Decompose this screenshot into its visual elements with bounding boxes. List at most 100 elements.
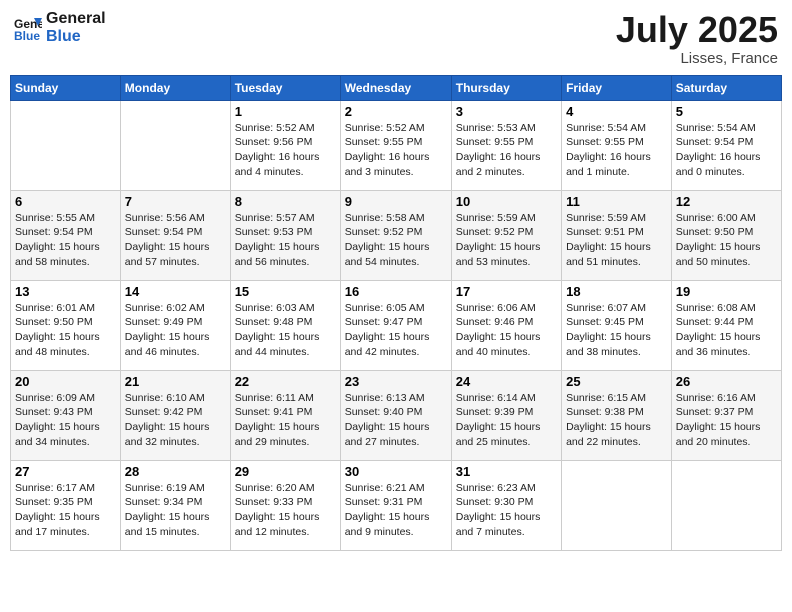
col-header-sunday: Sunday	[11, 75, 121, 100]
day-number: 13	[15, 284, 116, 299]
logo-blue: Blue	[46, 28, 106, 46]
day-info: Sunrise: 6:09 AM Sunset: 9:43 PM Dayligh…	[15, 391, 116, 450]
day-number: 28	[125, 464, 226, 479]
day-cell: 31 Sunrise: 6:23 AM Sunset: 9:30 PM Dayli…	[451, 460, 561, 550]
day-cell: 20Sunrise: 6:09 AM Sunset: 9:43 PM Dayli…	[11, 370, 121, 460]
day-number: 19	[676, 284, 777, 299]
day-info: Sunrise: 5:55 AM Sunset: 9:54 PM Dayligh…	[15, 211, 116, 270]
day-number: 24	[456, 374, 557, 389]
day-cell: 2 Sunrise: 5:52 AM Sunset: 9:55 PM Daylig…	[340, 100, 451, 190]
day-cell: 7 Sunrise: 5:56 AM Sunset: 9:54 PM Daylig…	[120, 190, 230, 280]
day-number: 26	[676, 374, 777, 389]
day-number: 25	[566, 374, 667, 389]
day-number: 31	[456, 464, 557, 479]
day-cell	[562, 460, 672, 550]
day-info: Sunrise: 5:57 AM Sunset: 9:53 PM Dayligh…	[235, 211, 336, 270]
day-number: 4	[566, 104, 667, 119]
day-info: Sunrise: 6:10 AM Sunset: 9:42 PM Dayligh…	[125, 391, 226, 450]
day-number: 11	[566, 194, 667, 209]
day-cell: 12 Sunrise: 6:00 AM Sunset: 9:50 PM Dayli…	[671, 190, 781, 280]
col-header-monday: Monday	[120, 75, 230, 100]
day-cell: 16 Sunrise: 6:05 AM Sunset: 9:47 PM Dayli…	[340, 280, 451, 370]
logo-general: General	[46, 10, 106, 27]
day-info: Sunrise: 5:59 AM Sunset: 9:51 PM Dayligh…	[566, 211, 667, 270]
day-info: Sunrise: 5:52 AM Sunset: 9:56 PM Dayligh…	[235, 121, 336, 180]
day-cell	[11, 100, 121, 190]
page-header: General Blue General Blue July 2025 Liss…	[10, 10, 782, 67]
day-cell: 8 Sunrise: 5:57 AM Sunset: 9:53 PM Daylig…	[230, 190, 340, 280]
day-number: 18	[566, 284, 667, 299]
day-info: Sunrise: 6:06 AM Sunset: 9:46 PM Dayligh…	[456, 301, 557, 360]
day-number: 17	[456, 284, 557, 299]
day-info: Sunrise: 6:08 AM Sunset: 9:44 PM Dayligh…	[676, 301, 777, 360]
day-cell: 1 Sunrise: 5:52 AM Sunset: 9:56 PM Daylig…	[230, 100, 340, 190]
day-cell: 23 Sunrise: 6:13 AM Sunset: 9:40 PM Dayli…	[340, 370, 451, 460]
day-cell: 15 Sunrise: 6:03 AM Sunset: 9:48 PM Dayli…	[230, 280, 340, 370]
logo-icon: General Blue	[14, 14, 42, 42]
day-cell: 13 Sunrise: 6:01 AM Sunset: 9:50 PM Dayli…	[11, 280, 121, 370]
day-info: Sunrise: 6:19 AM Sunset: 9:34 PM Dayligh…	[125, 481, 226, 540]
day-number: 9	[345, 194, 447, 209]
svg-text:Blue: Blue	[14, 29, 40, 42]
day-cell: 27 Sunrise: 6:17 AM Sunset: 9:35 PM Dayli…	[11, 460, 121, 550]
day-number: 14	[125, 284, 226, 299]
day-number: 22	[235, 374, 336, 389]
day-number: 30	[345, 464, 447, 479]
day-info: Sunrise: 6:15 AM Sunset: 9:38 PM Dayligh…	[566, 391, 667, 450]
day-info: Sunrise: 6:07 AM Sunset: 9:45 PM Dayligh…	[566, 301, 667, 360]
col-header-tuesday: Tuesday	[230, 75, 340, 100]
day-info: Sunrise: 6:17 AM Sunset: 9:35 PM Dayligh…	[15, 481, 116, 540]
location-subtitle: Lisses, France	[616, 50, 778, 67]
day-cell: 29Sunrise: 6:20 AM Sunset: 9:33 PM Dayli…	[230, 460, 340, 550]
day-cell	[120, 100, 230, 190]
day-number: 3	[456, 104, 557, 119]
day-info: Sunrise: 6:01 AM Sunset: 9:50 PM Dayligh…	[15, 301, 116, 360]
day-info: Sunrise: 6:20 AM Sunset: 9:33 PM Dayligh…	[235, 481, 336, 540]
day-info: Sunrise: 6:11 AM Sunset: 9:41 PM Dayligh…	[235, 391, 336, 450]
week-row-1: 1 Sunrise: 5:52 AM Sunset: 9:56 PM Daylig…	[11, 100, 782, 190]
day-number: 15	[235, 284, 336, 299]
day-info: Sunrise: 5:52 AM Sunset: 9:55 PM Dayligh…	[345, 121, 447, 180]
day-cell: 18 Sunrise: 6:07 AM Sunset: 9:45 PM Dayli…	[562, 280, 672, 370]
day-info: Sunrise: 6:02 AM Sunset: 9:49 PM Dayligh…	[125, 301, 226, 360]
day-info: Sunrise: 6:14 AM Sunset: 9:39 PM Dayligh…	[456, 391, 557, 450]
day-info: Sunrise: 6:23 AM Sunset: 9:30 PM Dayligh…	[456, 481, 557, 540]
logo: General Blue General Blue	[14, 10, 106, 45]
day-cell: 21 Sunrise: 6:10 AM Sunset: 9:42 PM Dayli…	[120, 370, 230, 460]
day-info: Sunrise: 6:21 AM Sunset: 9:31 PM Dayligh…	[345, 481, 447, 540]
day-cell: 26Sunrise: 6:16 AM Sunset: 9:37 PM Dayli…	[671, 370, 781, 460]
day-cell: 22 Sunrise: 6:11 AM Sunset: 9:41 PM Dayli…	[230, 370, 340, 460]
day-cell: 14 Sunrise: 6:02 AM Sunset: 9:49 PM Dayli…	[120, 280, 230, 370]
day-cell: 6Sunrise: 5:55 AM Sunset: 9:54 PM Daylig…	[11, 190, 121, 280]
day-number: 2	[345, 104, 447, 119]
day-info: Sunrise: 6:03 AM Sunset: 9:48 PM Dayligh…	[235, 301, 336, 360]
day-cell: 4Sunrise: 5:54 AM Sunset: 9:55 PM Daylig…	[562, 100, 672, 190]
day-cell: 25 Sunrise: 6:15 AM Sunset: 9:38 PM Dayli…	[562, 370, 672, 460]
day-cell	[671, 460, 781, 550]
day-cell: 17 Sunrise: 6:06 AM Sunset: 9:46 PM Dayli…	[451, 280, 561, 370]
col-header-saturday: Saturday	[671, 75, 781, 100]
day-number: 23	[345, 374, 447, 389]
day-info: Sunrise: 6:05 AM Sunset: 9:47 PM Dayligh…	[345, 301, 447, 360]
day-info: Sunrise: 6:00 AM Sunset: 9:50 PM Dayligh…	[676, 211, 777, 270]
day-cell: 11 Sunrise: 5:59 AM Sunset: 9:51 PM Dayli…	[562, 190, 672, 280]
header-row: SundayMondayTuesdayWednesdayThursdayFrid…	[11, 75, 782, 100]
day-number: 21	[125, 374, 226, 389]
day-number: 27	[15, 464, 116, 479]
day-cell: 28 Sunrise: 6:19 AM Sunset: 9:34 PM Dayli…	[120, 460, 230, 550]
day-number: 10	[456, 194, 557, 209]
calendar-table: SundayMondayTuesdayWednesdayThursdayFrid…	[10, 75, 782, 551]
day-info: Sunrise: 5:58 AM Sunset: 9:52 PM Dayligh…	[345, 211, 447, 270]
day-number: 16	[345, 284, 447, 299]
month-year-title: July 2025	[616, 10, 778, 50]
day-cell: 19 Sunrise: 6:08 AM Sunset: 9:44 PM Dayli…	[671, 280, 781, 370]
day-number: 1	[235, 104, 336, 119]
day-info: Sunrise: 6:13 AM Sunset: 9:40 PM Dayligh…	[345, 391, 447, 450]
day-info: Sunrise: 5:56 AM Sunset: 9:54 PM Dayligh…	[125, 211, 226, 270]
day-number: 12	[676, 194, 777, 209]
day-number: 7	[125, 194, 226, 209]
week-row-5: 27 Sunrise: 6:17 AM Sunset: 9:35 PM Dayli…	[11, 460, 782, 550]
week-row-3: 13 Sunrise: 6:01 AM Sunset: 9:50 PM Dayli…	[11, 280, 782, 370]
day-cell: 10Sunrise: 5:59 AM Sunset: 9:52 PM Dayli…	[451, 190, 561, 280]
day-number: 8	[235, 194, 336, 209]
